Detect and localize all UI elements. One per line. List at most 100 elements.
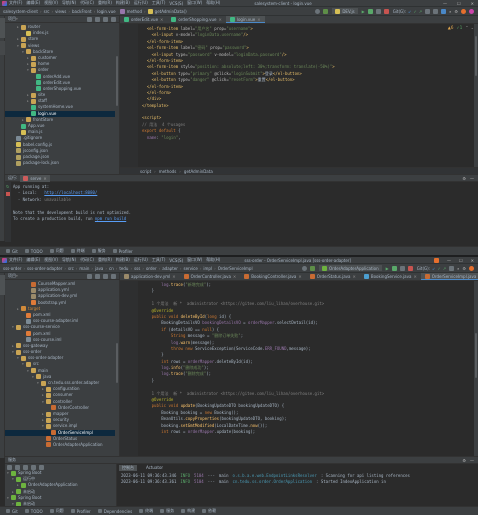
run-hide-icon[interactable]: — <box>470 176 474 181</box>
chevron-down-icon[interactable]: ▾ <box>7 470 10 476</box>
bottom-code-area[interactable]: log.trace("新增完成"); } 1 个用法 新 * administr… <box>120 281 478 435</box>
collapse-all-icon[interactable] <box>15 464 20 470</box>
menu-item[interactable]: 文件(F) <box>9 257 22 263</box>
locate-icon[interactable] <box>87 273 92 279</box>
editor-tab[interactable]: login.vue ✕ <box>225 16 265 23</box>
tool-window-tab[interactable]: 服务 <box>91 248 106 254</box>
breadcrumb-item[interactable]: sss <box>134 266 140 271</box>
tool-window-tab[interactable]: Git <box>6 249 18 254</box>
chevron-down-icon[interactable]: ▾ <box>27 67 30 73</box>
chevron-down-icon[interactable]: ▾ <box>27 368 30 374</box>
tool-window-tab[interactable]: TODO <box>24 509 43 514</box>
rerun-icon[interactable]: ↻ <box>6 184 10 189</box>
editor-tab[interactable]: BookingController.java ✕ <box>240 273 305 280</box>
breadcrumb-item[interactable]: main <box>79 266 89 271</box>
close-tab-icon[interactable]: ✕ <box>233 274 236 279</box>
editor-tab[interactable]: BookingService.java ✕ <box>360 273 421 280</box>
tree-item[interactable]: OrderAdapterApplication <box>5 442 119 448</box>
chevron-down-icon[interactable]: ▾ <box>12 349 15 355</box>
plugin-icon[interactable] <box>461 8 466 14</box>
maximize-icon[interactable]: ☐ <box>459 258 463 263</box>
breadcrumb-item[interactable]: java <box>95 266 103 271</box>
stop-icon[interactable] <box>407 265 413 271</box>
menu-item[interactable]: 编辑(E) <box>26 257 40 263</box>
breadcrumb-item[interactable]: cn <box>109 266 114 271</box>
history-icon[interactable] <box>449 265 455 271</box>
menu-item[interactable]: 视图(V) <box>44 0 58 6</box>
hammer-icon[interactable] <box>310 265 316 271</box>
breadcrumb-item[interactable]: adapter <box>162 266 178 271</box>
console-tab[interactable]: Actuator <box>143 465 166 470</box>
git-push-icon[interactable]: ↗ <box>419 9 422 14</box>
chevron-down-icon[interactable]: ▾ <box>42 399 45 405</box>
minimize-icon[interactable]: — <box>443 1 447 6</box>
chevron-right-icon[interactable]: ▸ <box>17 306 20 312</box>
run-settings-icon[interactable]: ⚙ <box>462 176 466 181</box>
plugin-icon[interactable] <box>469 265 474 271</box>
chevron-down-icon[interactable]: ▾ <box>12 324 15 330</box>
locate-icon[interactable] <box>87 16 92 22</box>
menu-item[interactable]: 帮助(H) <box>206 257 220 263</box>
tool-window-tab[interactable]: 依赖 <box>202 508 216 514</box>
close-tab-icon[interactable]: ✕ <box>160 17 163 22</box>
search-icon[interactable]: ⌕ <box>449 9 451 14</box>
menu-item[interactable]: VCS(S) <box>169 258 183 263</box>
editor-tab[interactable]: application-dev.yml ✕ <box>120 273 180 280</box>
chevron-down-icon[interactable]: ▾ <box>32 374 35 380</box>
run-config-select[interactable]: OrderAdapterApplication <box>319 265 382 271</box>
close-tab-icon[interactable]: ✕ <box>257 17 260 22</box>
tool-window-tab[interactable]: Profiler <box>70 509 91 514</box>
coverage-icon[interactable] <box>399 265 405 271</box>
tool-window-tab[interactable]: TODO <box>24 249 43 254</box>
crumb-function[interactable]: getAdminData() <box>155 9 187 14</box>
expand-all-icon[interactable] <box>7 464 12 470</box>
editor-tab[interactable]: OrderStatus.java ✕ <box>306 273 360 280</box>
breadcrumb-item[interactable]: salesystem-client <box>3 9 38 14</box>
breadcrumb-item[interactable]: impl <box>203 266 212 271</box>
chevron-down-icon[interactable]: ▾ <box>37 380 40 386</box>
project-panel-title[interactable]: 项目 <box>8 16 16 22</box>
menu-item[interactable]: 视图(V) <box>44 257 58 263</box>
menu-item[interactable]: 工具(T) <box>152 257 166 263</box>
git-push-icon[interactable]: ↗ <box>443 266 446 271</box>
breadcrumb-item[interactable]: views <box>55 9 66 14</box>
chevron-right-icon[interactable]: ▸ <box>17 24 20 30</box>
hammer-icon[interactable] <box>323 8 329 14</box>
chevron-down-icon[interactable]: ▾ <box>17 355 20 361</box>
menu-item[interactable]: 运行(U) <box>134 257 148 263</box>
git-commit-icon[interactable]: ✓ <box>437 266 440 271</box>
code-crumb-script[interactable]: script <box>140 169 151 174</box>
history-icon[interactable] <box>425 8 431 14</box>
maximize-icon[interactable]: ☐ <box>457 1 461 6</box>
menu-item[interactable]: 窗口(W) <box>187 257 202 263</box>
hide-panel-icon[interactable] <box>111 16 116 22</box>
chevron-down-icon[interactable]: ▾ <box>12 476 15 482</box>
menu-item[interactable]: 导航(N) <box>62 257 76 263</box>
group-icon[interactable] <box>23 464 28 470</box>
breadcrumb-item[interactable]: sss-order <box>3 266 21 271</box>
editor-tab[interactable]: OrderServiceImpl.java✕ <box>420 273 478 280</box>
chevron-right-icon[interactable]: ▸ <box>17 482 20 488</box>
chevron-down-icon[interactable]: ▾ <box>17 43 20 49</box>
hide-panel-icon[interactable] <box>111 273 116 279</box>
console-tab[interactable]: 控制台 <box>119 464 137 471</box>
menu-item[interactable]: 构建(B) <box>116 257 130 263</box>
menu-item[interactable]: 窗口(W) <box>187 0 202 6</box>
tool-window-tab[interactable]: Dependencies <box>97 509 132 514</box>
tool-window-tab[interactable]: Profiler <box>112 249 133 254</box>
settings-icon[interactable]: ⚙ <box>462 266 466 271</box>
orange-plugin-icon[interactable] <box>434 257 440 263</box>
next-issue-icon[interactable]: ⌃ <box>465 25 468 30</box>
breadcrumb-item[interactable]: backFront <box>72 9 92 14</box>
git-update-icon[interactable]: ↙ <box>408 9 411 14</box>
filter-icon[interactable] <box>31 464 36 470</box>
translate-icon[interactable] <box>441 8 447 14</box>
breadcrumb-item[interactable]: sss-order-adapter <box>27 266 62 271</box>
settings-icon[interactable]: ⚙ <box>454 9 458 14</box>
collapse-all-icon[interactable] <box>95 273 100 279</box>
menu-item[interactable]: 工具(T) <box>152 0 166 6</box>
tool-window-tab[interactable]: 构建 <box>181 508 195 514</box>
top-code-area[interactable]: <el-form-item label="用户名" prop="username… <box>120 24 478 141</box>
breadcrumb-item[interactable]: service <box>183 266 197 271</box>
menu-item[interactable]: 代码(C) <box>80 257 94 263</box>
